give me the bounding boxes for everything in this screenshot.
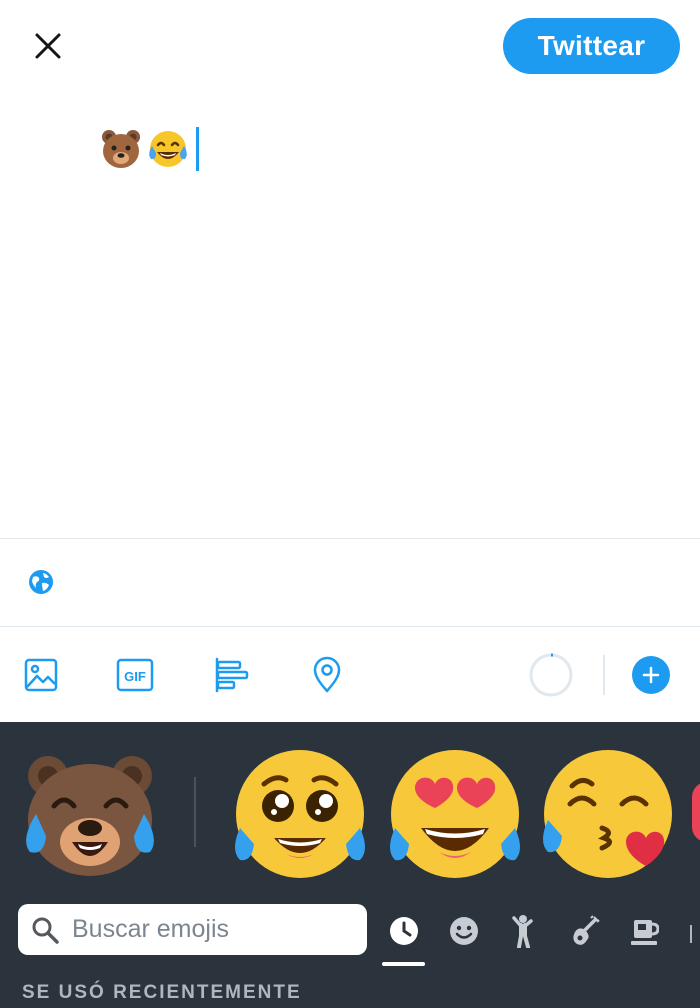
category-smileys[interactable] bbox=[445, 912, 483, 950]
section-label: SE USÓ RECIENTEMENTE bbox=[22, 982, 302, 1003]
gif-label: GIF bbox=[124, 669, 146, 684]
character-count-ring bbox=[528, 652, 574, 698]
pleading-tears-emoji[interactable] bbox=[230, 742, 370, 882]
reply-settings-button[interactable] bbox=[28, 569, 54, 595]
add-gif-button[interactable]: GIF bbox=[110, 650, 160, 700]
category-selected-indicator bbox=[382, 962, 425, 966]
text-cursor bbox=[196, 127, 199, 171]
divider bbox=[0, 538, 700, 539]
clock-icon bbox=[390, 917, 418, 945]
emoji-search-field[interactable]: Buscar emojis bbox=[18, 904, 367, 955]
next-emoji-partial[interactable] bbox=[692, 782, 700, 842]
smiley-icon bbox=[450, 917, 478, 945]
location-icon bbox=[313, 656, 341, 693]
person-icon bbox=[512, 915, 533, 948]
category-people[interactable] bbox=[505, 912, 543, 950]
bear-laughing-emoji[interactable] bbox=[20, 742, 160, 882]
category-food[interactable] bbox=[625, 912, 663, 950]
kissing-heart-tears-emoji[interactable] bbox=[538, 742, 678, 882]
image-icon bbox=[24, 658, 58, 692]
bear-face-emoji bbox=[102, 130, 140, 168]
category-activities[interactable] bbox=[565, 912, 603, 950]
guitar-icon bbox=[573, 915, 600, 945]
close-button[interactable] bbox=[28, 26, 68, 66]
cup-icon bbox=[631, 920, 659, 945]
suggestion-separator bbox=[194, 777, 196, 847]
category-scroll-edge bbox=[690, 925, 692, 943]
plus-icon bbox=[642, 666, 660, 684]
heart-eyes-tears-emoji[interactable] bbox=[385, 742, 525, 882]
category-recent[interactable] bbox=[385, 912, 423, 950]
gif-icon: GIF bbox=[116, 658, 154, 692]
tweet-button[interactable]: Twittear bbox=[503, 18, 680, 74]
add-poll-button[interactable] bbox=[206, 650, 256, 700]
divider bbox=[0, 626, 700, 627]
add-location-button[interactable] bbox=[302, 650, 352, 700]
tweet-composer[interactable] bbox=[100, 124, 199, 174]
add-thread-button[interactable] bbox=[632, 656, 670, 694]
globe-icon bbox=[29, 570, 53, 594]
close-icon bbox=[35, 33, 61, 59]
poll-icon bbox=[215, 657, 249, 693]
add-image-button[interactable] bbox=[16, 650, 66, 700]
toolbar-separator bbox=[603, 655, 605, 695]
search-placeholder: Buscar emojis bbox=[72, 915, 229, 943]
tears-of-joy-emoji bbox=[149, 131, 187, 167]
search-icon bbox=[32, 917, 59, 944]
emoji-keyboard: Buscar emojis SE USÓ RECIENTEMENTE bbox=[0, 722, 700, 1008]
